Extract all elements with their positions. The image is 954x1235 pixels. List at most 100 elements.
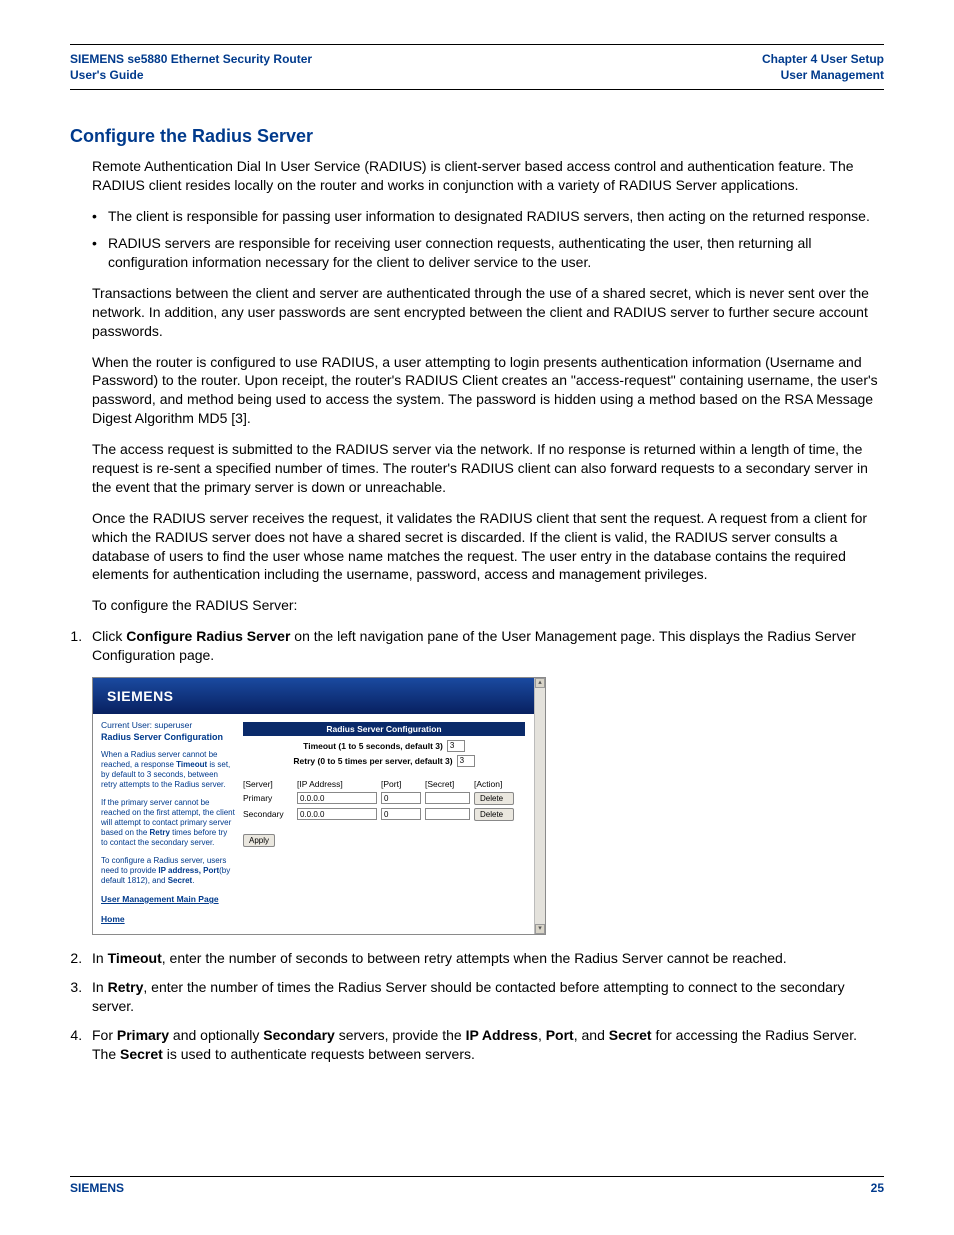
page-header: SIEMENS se5880 Ethernet Security Router …: [70, 51, 884, 83]
secret-input[interactable]: [425, 808, 470, 820]
step1-bold: Configure Radius Server: [126, 628, 290, 644]
intro-paragraph: Remote Authentication Dial In User Servi…: [92, 157, 884, 195]
t: Secondary: [263, 1027, 335, 1043]
header-left: SIEMENS se5880 Ethernet Security Router …: [70, 51, 312, 83]
bullet-item: The client is responsible for passing us…: [92, 207, 884, 226]
t: Timeout: [108, 950, 162, 966]
section-title: Configure the Radius Server: [70, 126, 884, 147]
step1-pre: Click: [92, 628, 126, 644]
footer-rule: [70, 1176, 884, 1177]
t: Secret: [120, 1046, 163, 1062]
t: In: [92, 950, 108, 966]
header-product: SIEMENS se5880 Ethernet Security Router: [70, 51, 312, 67]
t: Secret: [609, 1027, 652, 1043]
left-page-title: Radius Server Configuration: [101, 732, 235, 742]
ip-input[interactable]: [297, 808, 377, 820]
t: Secret: [168, 876, 192, 885]
paragraph-toconf: To configure the RADIUS Server:: [92, 596, 884, 615]
retry-input[interactable]: [457, 755, 475, 767]
current-user: Current User: superuser: [101, 720, 235, 730]
t: , and: [574, 1027, 609, 1043]
col-server: [Server]: [243, 779, 293, 789]
siemens-logo: SIEMENS: [107, 688, 174, 704]
t: .: [192, 876, 194, 885]
t: Port: [546, 1027, 574, 1043]
bullet-list: The client is responsible for passing us…: [92, 207, 884, 272]
ip-input[interactable]: [297, 792, 377, 804]
page-number: 25: [871, 1181, 884, 1195]
apply-button[interactable]: Apply: [243, 834, 275, 847]
server-table: [Server] [IP Address] [Port] [Secret] [A…: [243, 779, 525, 821]
t: Timeout: [176, 760, 207, 769]
port-input[interactable]: [381, 808, 421, 820]
paragraph-once: Once the RADIUS server receives the requ…: [92, 509, 884, 585]
col-ip: [IP Address]: [297, 779, 377, 789]
step-list-a: Click Configure Radius Server on the lef…: [70, 627, 884, 665]
footer-brand: SIEMENS: [70, 1181, 124, 1195]
t: , enter the number of seconds to between…: [162, 950, 787, 966]
bullet-item: RADIUS servers are responsible for recei…: [92, 234, 884, 272]
table-row: Secondary Delete: [243, 808, 525, 821]
paragraph-access: The access request is submitted to the R…: [92, 440, 884, 497]
page-footer: SIEMENS 25: [70, 1176, 884, 1195]
timeout-input[interactable]: [447, 740, 465, 752]
left-help-1: When a Radius server cannot be reached, …: [101, 750, 235, 790]
step-list-b: In Timeout, enter the number of seconds …: [70, 949, 884, 1063]
retry-row: Retry (0 to 5 times per server, default …: [243, 755, 525, 767]
left-pane: Current User: superuser Radius Server Co…: [93, 714, 243, 934]
timeout-row: Timeout (1 to 5 seconds, default 3): [243, 740, 525, 752]
left-help-2: If the primary server cannot be reached …: [101, 798, 235, 848]
step-4: For Primary and optionally Secondary ser…: [86, 1026, 884, 1064]
footer-row: SIEMENS 25: [70, 1181, 884, 1195]
link-home[interactable]: Home: [101, 914, 235, 924]
config-panel-title: Radius Server Configuration: [243, 722, 525, 736]
cell-server: Primary: [243, 793, 293, 803]
secret-input[interactable]: [425, 792, 470, 804]
header-right: Chapter 4 User Setup User Management: [762, 51, 884, 83]
table-row: Primary Delete: [243, 792, 525, 805]
col-port: [Port]: [381, 779, 421, 789]
t: Primary: [117, 1027, 169, 1043]
t: ,: [538, 1027, 546, 1043]
paragraph-transactions: Transactions between the client and serv…: [92, 284, 884, 341]
t: In: [92, 979, 108, 995]
t: and optionally: [169, 1027, 263, 1043]
step-2: In Timeout, enter the number of seconds …: [86, 949, 884, 968]
port-input[interactable]: [381, 792, 421, 804]
timeout-label: Timeout (1 to 5 seconds, default 3): [303, 741, 443, 751]
delete-button[interactable]: Delete: [474, 808, 514, 821]
header-guide: User's Guide: [70, 67, 312, 83]
t: IP Address: [466, 1027, 538, 1043]
retry-label: Retry (0 to 5 times per server, default …: [293, 756, 452, 766]
link-user-management[interactable]: User Management Main Page: [101, 894, 235, 904]
t: Retry: [108, 979, 144, 995]
scroll-down-icon[interactable]: ▾: [535, 924, 545, 934]
delete-button[interactable]: Delete: [474, 792, 514, 805]
header-chapter: Chapter 4 User Setup: [762, 51, 884, 67]
col-action: [Action]: [474, 779, 514, 789]
step-3: In Retry, enter the number of times the …: [86, 978, 884, 1016]
t: is used to authenticate requests between…: [163, 1046, 475, 1062]
t: For: [92, 1027, 117, 1043]
step-1: Click Configure Radius Server on the lef…: [86, 627, 884, 665]
scroll-up-icon[interactable]: ▴: [535, 678, 545, 688]
embedded-screenshot: ▴ ▾ SIEMENS Current User: superuser Radi…: [92, 677, 546, 935]
t: , enter the number of times the Radius S…: [92, 979, 845, 1014]
left-help-3: To configure a Radius server, users need…: [101, 856, 235, 886]
col-secret: [Secret]: [425, 779, 470, 789]
t: IP address, Port: [158, 866, 219, 875]
app-header: SIEMENS: [93, 678, 535, 714]
apply-row: Apply: [243, 835, 525, 845]
cell-server: Secondary: [243, 809, 293, 819]
paragraph-when: When the router is configured to use RAD…: [92, 353, 884, 429]
header-rule-top: [70, 44, 884, 45]
table-header: [Server] [IP Address] [Port] [Secret] [A…: [243, 779, 525, 789]
header-section: User Management: [762, 67, 884, 83]
t: Retry: [149, 828, 169, 837]
app-body: Current User: superuser Radius Server Co…: [93, 714, 535, 934]
header-rule-bottom: [70, 89, 884, 90]
right-pane: Radius Server Configuration Timeout (1 t…: [243, 714, 535, 934]
t: servers, provide the: [335, 1027, 466, 1043]
page: SIEMENS se5880 Ethernet Security Router …: [0, 0, 954, 1235]
scrollbar[interactable]: ▴ ▾: [534, 678, 545, 934]
